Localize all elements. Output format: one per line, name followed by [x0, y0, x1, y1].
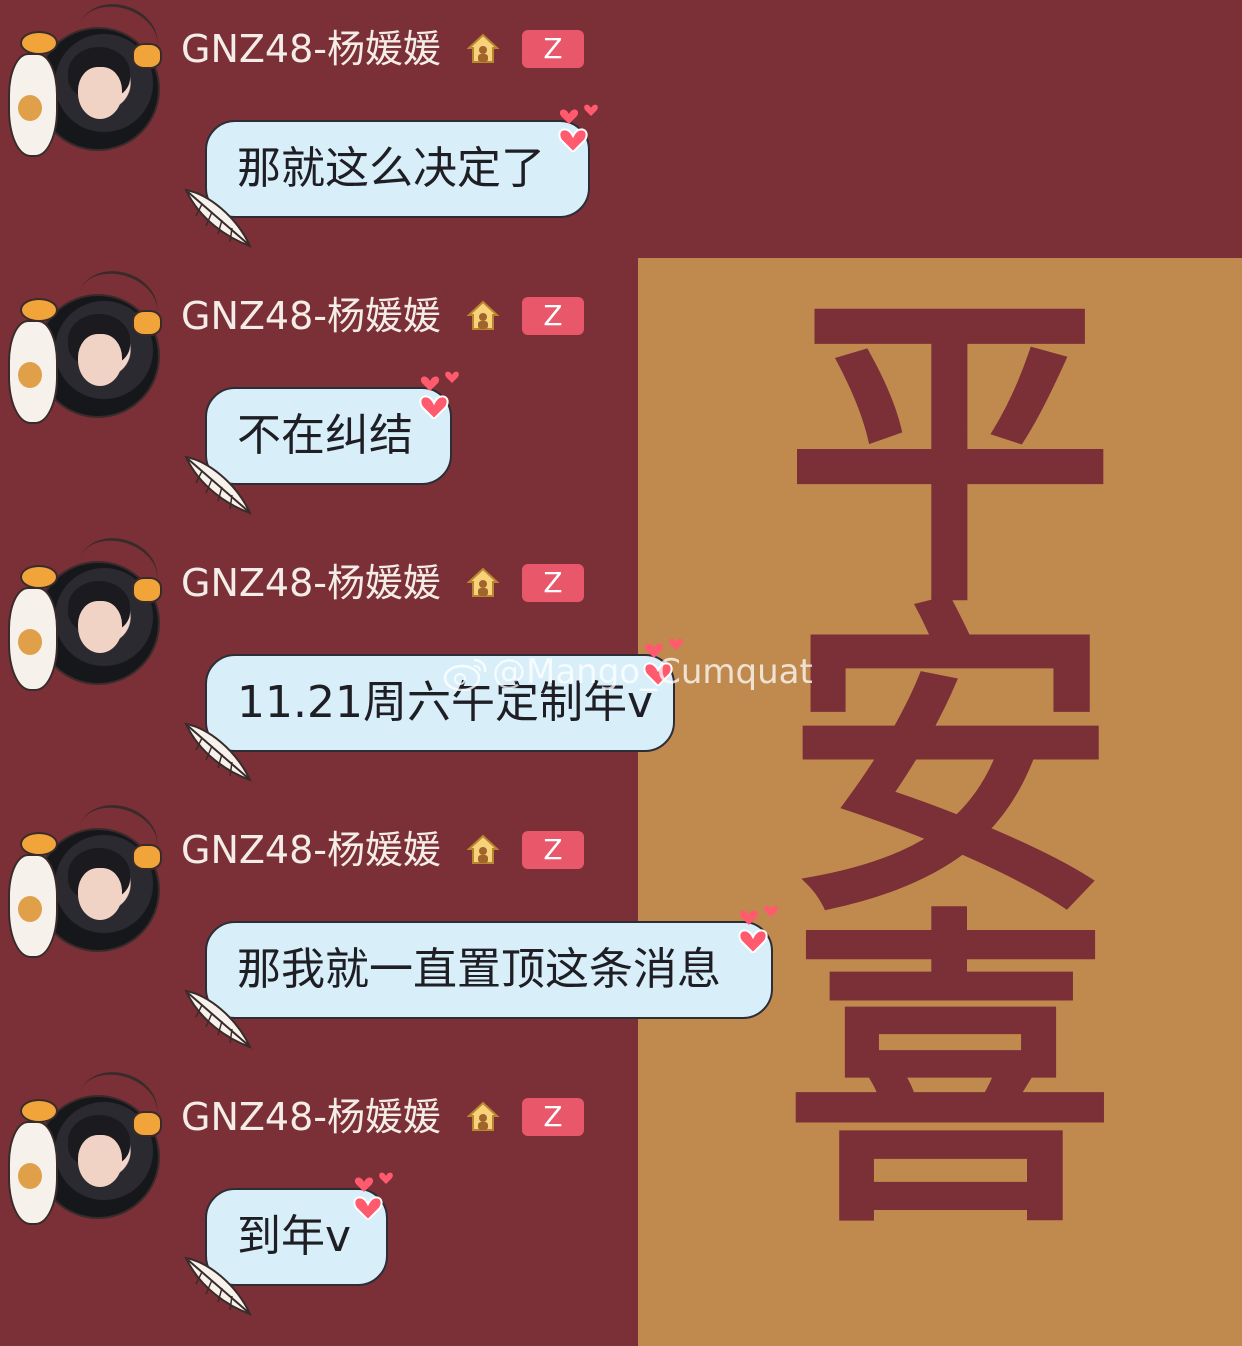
- hearts-icon: [558, 104, 598, 152]
- fish-icon: [20, 1099, 58, 1123]
- watermark: @Mango_Cumquat: [442, 650, 813, 694]
- username[interactable]: GNZ48-杨媛媛: [181, 295, 441, 337]
- watermark-text: @Mango_Cumquat: [492, 652, 813, 692]
- house-icon: [466, 33, 500, 63]
- fish-icon: [20, 832, 58, 856]
- chat-message: GNZ48-杨媛媛 Z 到年v: [0, 1062, 1242, 1335]
- house-icon: [466, 567, 500, 597]
- avatar-frame[interactable]: [8, 261, 166, 432]
- level-badge: Z: [522, 297, 584, 335]
- hearts-icon: [353, 1172, 393, 1220]
- house-icon: [466, 1101, 500, 1131]
- fish-icon: [20, 298, 58, 322]
- username[interactable]: GNZ48-杨媛媛: [181, 829, 441, 871]
- username[interactable]: GNZ48-杨媛媛: [181, 562, 441, 604]
- level-badge: Z: [522, 831, 584, 869]
- feather-icon: [184, 188, 252, 248]
- cat-icon: [8, 53, 58, 157]
- level-badge: Z: [522, 564, 584, 602]
- cat-icon: [8, 320, 58, 424]
- bow-icon: [132, 1111, 162, 1137]
- message-bubble[interactable]: 那我就一直置顶这条消息: [205, 921, 773, 1019]
- fish-icon: [20, 565, 58, 589]
- avatar-frame[interactable]: [8, 795, 166, 966]
- weibo-logo-icon: [443, 658, 487, 691]
- level-badge: Z: [522, 30, 584, 68]
- bow-icon: [132, 43, 162, 69]
- feather-icon: [184, 455, 252, 515]
- hearts-icon: [738, 905, 778, 953]
- username[interactable]: GNZ48-杨媛媛: [181, 1096, 441, 1138]
- bow-icon: [132, 844, 162, 870]
- chat-message: GNZ48-杨媛媛 Z 不在纠结: [0, 261, 1242, 534]
- cat-icon: [8, 587, 58, 691]
- avatar-frame[interactable]: [8, 0, 166, 165]
- fish-icon: [20, 31, 58, 55]
- level-badge: Z: [522, 1098, 584, 1136]
- username[interactable]: GNZ48-杨媛媛: [181, 28, 441, 70]
- feather-icon: [184, 1256, 252, 1316]
- message-bubble[interactable]: 那就这么决定了: [205, 120, 590, 218]
- cat-icon: [8, 1121, 58, 1225]
- feather-icon: [184, 722, 252, 782]
- house-icon: [466, 300, 500, 330]
- house-icon: [466, 834, 500, 864]
- avatar-frame[interactable]: [8, 1062, 166, 1233]
- chat-message: GNZ48-杨媛媛 Z 那就这么决定了: [0, 0, 1242, 267]
- bow-icon: [132, 577, 162, 603]
- avatar-frame[interactable]: [8, 528, 166, 699]
- bow-icon: [132, 310, 162, 336]
- feather-icon: [184, 989, 252, 1049]
- hearts-icon: [419, 371, 459, 419]
- chat-message: GNZ48-杨媛媛 Z 那我就一直置顶这条消息: [0, 795, 1242, 1068]
- cat-icon: [8, 854, 58, 958]
